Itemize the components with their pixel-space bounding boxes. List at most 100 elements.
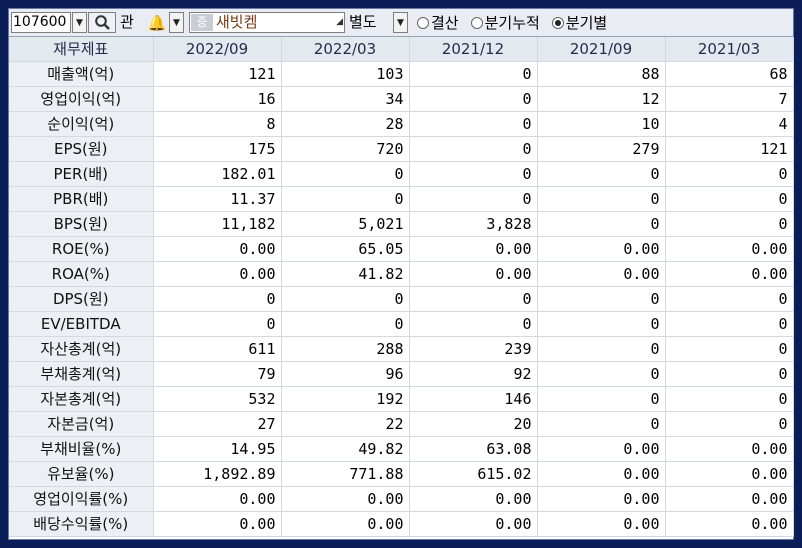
- table-cell: 0.00: [409, 236, 538, 262]
- stock-code-input[interactable]: 107600: [11, 12, 71, 33]
- table-cell: 175: [153, 136, 282, 162]
- table-cell: 0: [665, 311, 794, 337]
- table-row: 순이익(억) 8 28 0 10 4: [9, 111, 794, 137]
- table-cell: 0: [537, 186, 666, 212]
- table-cell: 0.00: [153, 486, 282, 512]
- table-cell: 0: [281, 311, 410, 337]
- table-cell: 0: [153, 311, 282, 337]
- row-label: 유보율(%): [9, 461, 154, 487]
- table-cell: 0.00: [537, 461, 666, 487]
- row-label: 부채총계(억): [9, 361, 154, 387]
- table-row: 자본총계(억) 532 192 146 0 0: [9, 386, 794, 412]
- table-cell: 0: [665, 386, 794, 412]
- row-label: ROE(%): [9, 236, 154, 262]
- table-cell: 0.00: [153, 261, 282, 287]
- radio-label: 분기별: [565, 14, 608, 32]
- table-row: PER(배) 182.01 0 0 0 0: [9, 161, 794, 187]
- table-cell: 279: [537, 136, 666, 162]
- column-header-2021-12[interactable]: 2021/12: [409, 37, 538, 62]
- table-cell: 27: [153, 411, 282, 437]
- search-button[interactable]: [88, 12, 116, 33]
- alert-button[interactable]: 🔔: [147, 12, 167, 33]
- table-row: ROA(%) 0.00 41.82 0.00 0.00 0.00: [9, 261, 794, 287]
- table-cell: 0: [665, 411, 794, 437]
- table-cell: 34: [281, 86, 410, 112]
- table-cell: 0: [665, 186, 794, 212]
- table-cell: 288: [281, 336, 410, 362]
- table-cell: 0.00: [665, 436, 794, 462]
- table-cell: 0.00: [537, 486, 666, 512]
- table-row: 영업이익(억) 16 34 0 12 7: [9, 86, 794, 112]
- table-cell: 239: [409, 336, 538, 362]
- chevron-down-icon: ▼: [397, 17, 404, 28]
- watchlist-label[interactable]: 관: [119, 12, 145, 33]
- table-cell: 63.08: [409, 436, 538, 462]
- table-cell: 0: [409, 136, 538, 162]
- table-cell: 49.82: [281, 436, 410, 462]
- table-cell: 0: [537, 411, 666, 437]
- radio-circle[interactable]: [417, 16, 429, 29]
- column-header-2021-03[interactable]: 2021/03: [665, 37, 794, 62]
- table-cell: 0: [665, 361, 794, 387]
- column-header-2022-03[interactable]: 2022/03: [281, 37, 410, 62]
- table-cell: 22: [281, 411, 410, 437]
- row-label: 배당수익률(%): [9, 511, 154, 537]
- table-cell: 0: [665, 286, 794, 312]
- radio-annual[interactable]: 결산: [417, 12, 459, 33]
- stock-code-dropdown-button[interactable]: ▼: [72, 12, 87, 33]
- table-cell: 0.00: [409, 511, 538, 537]
- row-label: PBR(배): [9, 186, 154, 212]
- row-label: ROA(%): [9, 261, 154, 287]
- row-label: EPS(원): [9, 136, 154, 162]
- table-cell: 0.00: [537, 236, 666, 262]
- row-label: 자산총계(억): [9, 336, 154, 362]
- table-row: 자본금(억) 27 22 20 0 0: [9, 411, 794, 437]
- table-cell: 0.00: [153, 511, 282, 537]
- column-header-2022-09[interactable]: 2022/09: [153, 37, 282, 62]
- table-cell: 0: [281, 161, 410, 187]
- magnifier-icon: [94, 15, 110, 30]
- radio-label: 결산: [431, 14, 459, 32]
- table-cell: 182.01: [153, 161, 282, 187]
- table-cell: 0: [409, 86, 538, 112]
- row-label: 매출액(억): [9, 61, 154, 87]
- table-row: EV/EBITDA 0 0 0 0 0: [9, 311, 794, 337]
- table-cell: 11.37: [153, 186, 282, 212]
- table-cell: 68: [665, 61, 794, 87]
- table-row: PBR(배) 11.37 0 0 0 0: [9, 186, 794, 212]
- table-cell: 0.00: [281, 511, 410, 537]
- company-name: 새빗켐: [216, 13, 258, 31]
- resize-grip-icon: ◢: [336, 17, 343, 27]
- table-cell: 1,892.89: [153, 461, 282, 487]
- table-cell: 16: [153, 86, 282, 112]
- table-cell: 121: [153, 61, 282, 87]
- alert-dropdown-button[interactable]: ▼: [169, 12, 184, 33]
- radio-circle-selected[interactable]: [551, 16, 564, 29]
- statement-type-dropdown-button[interactable]: ▼: [393, 12, 408, 33]
- table-row: DPS(원) 0 0 0 0 0: [9, 286, 794, 312]
- table-cell: 0.00: [537, 436, 666, 462]
- table-cell: 146: [409, 386, 538, 412]
- column-header-2021-09[interactable]: 2021/09: [537, 37, 666, 62]
- company-name-field[interactable]: 증 새빗켐 ◢: [189, 12, 345, 33]
- table-cell: 0.00: [409, 486, 538, 512]
- radio-quarter-cumulative[interactable]: 분기누적: [470, 12, 540, 33]
- table-cell: 0: [409, 186, 538, 212]
- radio-label: 분기누적: [484, 14, 540, 32]
- table-cell: 8: [153, 111, 282, 137]
- table-cell: 20: [409, 411, 538, 437]
- row-label: 자본금(억): [9, 411, 154, 437]
- table-cell: 0.00: [537, 261, 666, 287]
- table-cell: 532: [153, 386, 282, 412]
- row-label: EV/EBITDA: [9, 311, 154, 337]
- radio-quarterly[interactable]: 분기별: [551, 12, 608, 33]
- table-cell: 0: [409, 161, 538, 187]
- financial-table: 재무제표 2022/09 2022/03 2021/12 2021/09 2021/03…: [9, 37, 794, 537]
- table-cell: 0: [665, 161, 794, 187]
- table-cell: 3,828: [409, 211, 538, 237]
- radio-circle[interactable]: [470, 16, 483, 29]
- table-row: 배당수익률(%) 0.00 0.00 0.00 0.00 0.00: [9, 511, 794, 537]
- table-cell: 14.95: [153, 436, 282, 462]
- row-label: 자본총계(억): [9, 386, 154, 412]
- table-cell: 28: [281, 111, 410, 137]
